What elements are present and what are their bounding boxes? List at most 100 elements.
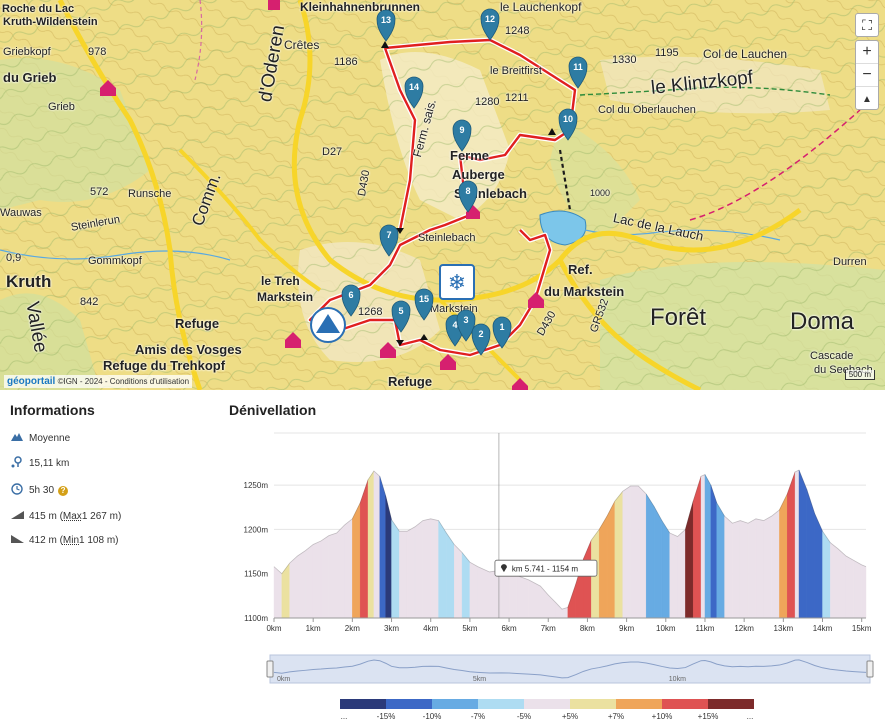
profile-segment: [320, 535, 330, 619]
waypoint-marker[interactable]: 7: [379, 224, 399, 257]
profile-segment: [461, 551, 471, 619]
zoom-in-button[interactable]: +: [856, 41, 878, 64]
clock-icon: [10, 483, 24, 498]
map-controls: + − ▲: [855, 40, 879, 110]
profile-segment: [669, 532, 678, 619]
navigator-handle-left[interactable]: [266, 660, 274, 678]
descent-min-label: Min: [62, 534, 80, 546]
profile-segment: [614, 490, 623, 619]
slope-legend-labels: ... -15% -10% -7% -5% +5% +7% +10% +15%...: [340, 712, 770, 724]
profile-segment: [469, 561, 478, 619]
profile-segment: [430, 518, 439, 619]
waypoint-marker[interactable]: 9: [452, 119, 472, 152]
legend-label: +15%: [697, 712, 719, 721]
profile-segment: [352, 502, 361, 619]
profile-segment: [407, 526, 416, 619]
x-tick-label: 6km: [502, 624, 517, 633]
profile-segment: [391, 519, 400, 619]
waypoint-marker[interactable]: 14: [404, 76, 424, 109]
compass-icon: ▲: [862, 94, 872, 105]
profile-segment: [794, 469, 800, 619]
legend-label: ...: [746, 712, 754, 721]
profile-segment: [489, 569, 502, 619]
profile-segment: [798, 470, 808, 619]
waypoint-number: 10: [563, 114, 573, 124]
navigator-tick-label: 5km: [473, 676, 486, 683]
help-icon[interactable]: ?: [58, 485, 69, 496]
x-tick-label: 9km: [619, 624, 634, 633]
zoom-out-button[interactable]: −: [856, 64, 878, 87]
waypoint-marker[interactable]: 11: [568, 56, 588, 89]
legend-swatch: [386, 699, 432, 709]
descent-icon: [10, 534, 24, 546]
profile-segment: [747, 518, 757, 619]
legend-swatch: [570, 699, 616, 709]
profile-segment: [845, 555, 855, 619]
profile-segment: [516, 575, 529, 619]
profile-segment: [583, 539, 592, 619]
difficulty-row: Moyenne: [10, 432, 210, 444]
waypoint-number: 1: [499, 322, 504, 332]
geoportail-logo[interactable]: géoportail: [7, 376, 55, 387]
x-tick-label: 7km: [541, 624, 556, 633]
x-tick-label: 11km: [695, 624, 714, 633]
profile-segment: [422, 518, 431, 619]
ascent-row: 415 m (Max 1 267 m): [10, 510, 210, 522]
waypoint-number: 14: [409, 82, 419, 92]
profile-segment: [305, 544, 314, 619]
ascent-prefix: 415 m (: [29, 510, 63, 522]
mountain-icon: [10, 432, 24, 444]
fullscreen-icon: ⛶: [862, 17, 872, 33]
legend-swatch: [662, 699, 708, 709]
legend-label: -10%: [422, 712, 442, 721]
profile-segment: [704, 474, 712, 619]
waypoint-marker[interactable]: 1: [492, 316, 512, 349]
waypoint-number: 15: [419, 294, 429, 304]
elevation-profile: Dénivellation: [229, 402, 879, 432]
waypoint-marker[interactable]: 12: [480, 8, 500, 41]
x-tick-label: 15km: [852, 624, 872, 633]
map-view[interactable]: ❄ Roche du Lac Kruth-Wildenstein Griebkopf…: [0, 0, 885, 390]
profile-segment: [771, 509, 780, 619]
waypoint-marker[interactable]: 6: [341, 284, 361, 317]
waypoint-marker[interactable]: 5: [391, 300, 411, 333]
elevation-chart[interactable]: 1100m 1150m 1200m 1250m 0km 1km 2km 3km 4km 5km 6k…: [229, 430, 879, 690]
profile-segment: [312, 540, 322, 619]
route-pin-icon: [10, 456, 24, 471]
x-tick-label: 0km: [266, 624, 281, 633]
profile-segment: [446, 532, 455, 619]
waypoint-number: 3: [463, 315, 468, 325]
ascent-max-value: 1 267 m): [81, 510, 122, 522]
profile-segment: [414, 520, 424, 619]
descent-row: 412 m (Min 1 108 m): [10, 534, 210, 546]
profile-segment: [787, 471, 796, 619]
profile-segment: [501, 569, 510, 619]
ascent-max-label: Max: [62, 510, 82, 522]
x-tick-label: 12km: [734, 624, 754, 633]
attribution-text[interactable]: ©IGN - 2024 - Conditions d'utilisation: [58, 377, 189, 386]
profile-segment: [677, 528, 686, 619]
y-tick-label: 1200m: [244, 525, 269, 534]
profile-segment: [454, 543, 463, 619]
info-title: Informations: [10, 402, 95, 418]
waypoint-number: 9: [459, 125, 464, 135]
compass-button[interactable]: ▲: [856, 87, 878, 109]
navigator-handle-right[interactable]: [866, 660, 874, 678]
x-tick-label: 10km: [656, 624, 676, 633]
legend-swatch: [616, 699, 662, 709]
waypoint-marker[interactable]: 10: [558, 108, 578, 141]
waypoint-marker[interactable]: 13: [376, 9, 396, 42]
waypoint-number: 13: [381, 15, 391, 25]
x-tick-label: 1km: [306, 624, 321, 633]
waypoint-marker[interactable]: 8: [458, 180, 478, 213]
legend-label: ...: [340, 712, 348, 721]
profile-segment: [700, 474, 706, 619]
waypoint-marker[interactable]: 15: [414, 288, 434, 321]
fullscreen-button[interactable]: ⛶: [855, 13, 879, 37]
x-tick-label: 13km: [774, 624, 794, 633]
waypoint-marker[interactable]: 2: [471, 323, 491, 356]
profile-segment: [638, 485, 647, 619]
descent-prefix: 412 m (: [29, 534, 63, 546]
waypoint-number: 12: [485, 14, 495, 24]
profile-segment: [779, 493, 788, 619]
